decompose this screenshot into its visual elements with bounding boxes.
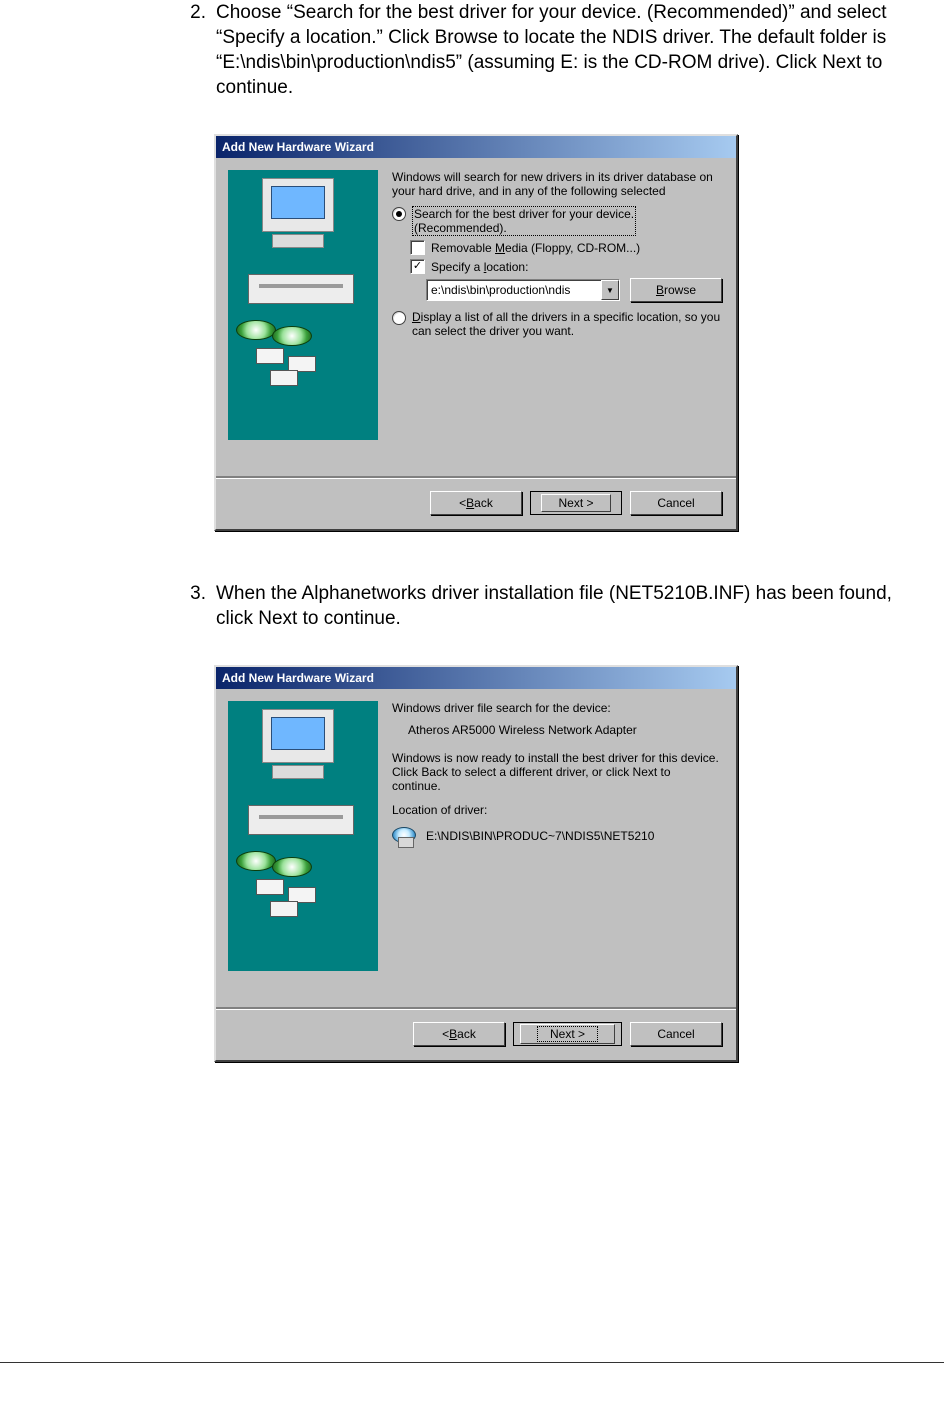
radio-icon (392, 207, 406, 221)
ready-text: Windows is now ready to install the best… (392, 751, 722, 793)
cancel-button[interactable]: Cancel (630, 491, 722, 515)
location-value: e:\ndis\bin\production\ndis (431, 283, 601, 297)
cd-icon (392, 825, 418, 847)
checkbox-icon (410, 240, 425, 255)
cancel-button[interactable]: Cancel (630, 1022, 722, 1046)
search-label: Windows driver file search for the devic… (392, 701, 722, 715)
driver-location-path: E:\NDIS\BIN\PRODUC~7\NDIS5\NET5210 (426, 829, 654, 843)
dialog-title: Add New Hardware Wizard (216, 136, 736, 158)
step-3-text: When the Alphanetworks driver installati… (216, 581, 932, 631)
step-3-number: 3. (176, 581, 216, 606)
step-2-text: Choose “Search for the best driver for y… (216, 0, 932, 100)
hardware-wizard-dialog-2: Add New Hardware Wizard Windows driver f… (214, 665, 738, 1062)
dialog-title: Add New Hardware Wizard (216, 667, 736, 689)
location-combo[interactable]: e:\ndis\bin\production\ndis ▼ (426, 279, 620, 301)
checkbox-removable-media[interactable]: Removable Media (Floppy, CD-ROM...) (410, 240, 722, 255)
radio-icon (392, 311, 406, 325)
device-name: Atheros AR5000 Wireless Network Adapter (408, 723, 722, 737)
checkbox-icon: ✓ (410, 259, 425, 274)
chevron-down-icon[interactable]: ▼ (601, 280, 619, 300)
next-button[interactable]: Next > (530, 491, 622, 515)
radio-search-best-driver[interactable]: Search for the best driver for your devi… (392, 206, 722, 236)
location-label: Location of driver: (392, 803, 722, 817)
back-button[interactable]: < Back (430, 491, 522, 515)
wizard-graphic (228, 170, 378, 440)
step-2-number: 2. (176, 0, 216, 25)
radio-display-list[interactable]: Display a list of all the drivers in a s… (392, 310, 722, 338)
dialog-intro-text: Windows will search for new drivers in i… (392, 170, 722, 198)
next-button[interactable]: Next > (513, 1022, 622, 1046)
wizard-graphic (228, 701, 378, 971)
hardware-wizard-dialog-1: Add New Hardware Wizard Windows will sea… (214, 134, 738, 531)
back-button[interactable]: < Back (413, 1022, 505, 1046)
checkbox-specify-location[interactable]: ✓ Specify a location: (410, 259, 722, 274)
step-3: 3. When the Alphanetworks driver install… (176, 581, 932, 631)
step-2: 2. Choose “Search for the best driver fo… (176, 0, 932, 100)
browse-button[interactable]: Browse (630, 278, 722, 302)
page-footer-rule (0, 1362, 944, 1363)
